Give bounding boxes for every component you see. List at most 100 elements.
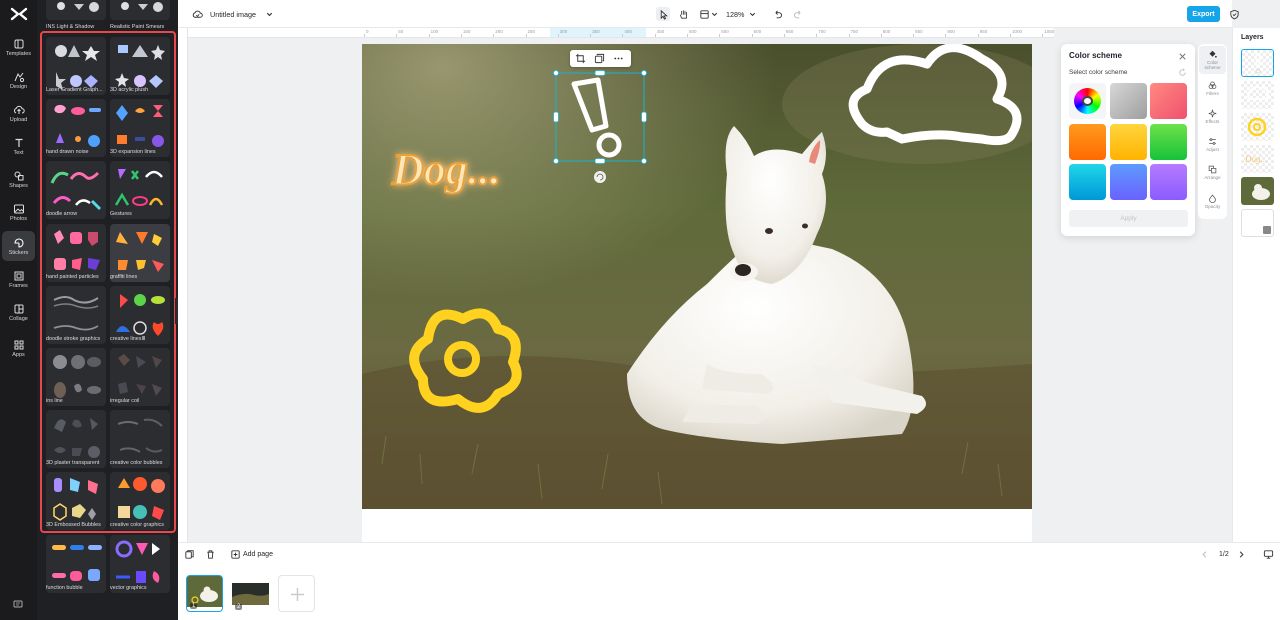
layer-cloud[interactable] xyxy=(1241,81,1274,109)
color-swatch-yellow[interactable] xyxy=(1110,124,1147,160)
ruler-label: 750 xyxy=(850,29,859,34)
more-options-icon[interactable] xyxy=(612,52,625,65)
layer-text[interactable]: Dog... xyxy=(1241,145,1274,173)
tab-color-scheme[interactable]: Color scheme xyxy=(1199,46,1226,74)
ruler-label: 250 xyxy=(527,29,536,34)
ruler-label: 550 xyxy=(721,29,729,34)
nav-item-apps[interactable]: Apps xyxy=(2,333,35,363)
top-bar: Untitled image 128% xyxy=(178,0,1239,28)
nav-item-photos[interactable]: Photos xyxy=(2,197,35,227)
redo-icon[interactable] xyxy=(790,7,804,21)
layer-background[interactable] xyxy=(1241,209,1274,237)
ruler-label: 450 xyxy=(656,29,665,34)
apply-button[interactable]: Apply xyxy=(1069,210,1188,227)
tab-adjust[interactable]: Adjust xyxy=(1199,131,1226,159)
color-swatch-gray[interactable] xyxy=(1110,83,1147,119)
layer-photo[interactable] xyxy=(1241,177,1274,205)
color-swatch-blue[interactable] xyxy=(1110,164,1147,200)
nav-item-design[interactable]: Design xyxy=(2,65,35,95)
present-icon[interactable] xyxy=(1262,548,1274,560)
page-margin xyxy=(362,509,1032,542)
cloud-save-icon[interactable] xyxy=(190,7,204,21)
nav-item-collage[interactable]: Collage xyxy=(2,297,35,327)
panel-subtitle: Select color scheme xyxy=(1069,69,1128,76)
nav-item-shapes[interactable]: Shapes xyxy=(2,164,35,194)
color-swatch-violet[interactable] xyxy=(1150,164,1187,200)
nav-item-templates[interactable]: Templates xyxy=(2,32,35,62)
stickers-icon xyxy=(13,237,24,248)
color-swatch-green[interactable] xyxy=(1150,124,1187,160)
prev-page-icon[interactable] xyxy=(1198,548,1210,560)
close-icon[interactable] xyxy=(1176,50,1188,62)
nav-item-frames[interactable]: Frames xyxy=(2,264,35,294)
color-swatch-color-wheel[interactable] xyxy=(1069,83,1106,119)
opacity-icon xyxy=(1209,194,1216,203)
nav-item-upload[interactable]: Upload xyxy=(2,98,35,128)
add-page-button[interactable]: Add page xyxy=(243,551,273,558)
ruler-label: 950 xyxy=(979,29,988,34)
color-swatch-coral[interactable] xyxy=(1150,83,1187,119)
chevron-down-icon[interactable] xyxy=(707,7,721,21)
tab-effects[interactable]: Effects xyxy=(1199,102,1226,130)
next-page-icon[interactable] xyxy=(1235,548,1247,560)
dog-text-sticker[interactable]: Dog... xyxy=(390,144,502,195)
chevron-down-icon[interactable] xyxy=(745,7,759,21)
undo-icon[interactable] xyxy=(771,7,785,21)
layers-title: Layers xyxy=(1241,34,1264,41)
settings-icon[interactable] xyxy=(13,596,23,608)
sticker-tile[interactable] xyxy=(110,0,170,20)
tab-arrange[interactable]: Arrange xyxy=(1199,159,1226,187)
sticker-category-label[interactable]: function bubble xyxy=(46,585,110,591)
nav-item-label: Shapes xyxy=(9,182,28,189)
duplicate-icon[interactable] xyxy=(593,52,606,65)
photos-icon xyxy=(13,204,24,213)
property-tabs: Color scheme Filters Effects Adjust Arrange O… xyxy=(1198,44,1227,219)
reset-icon[interactable] xyxy=(1177,67,1188,78)
add-page-thumbnail[interactable] xyxy=(278,575,315,612)
floating-toolbar xyxy=(570,50,631,67)
tab-filters[interactable]: Filters xyxy=(1199,74,1226,102)
ruler-label: 0 xyxy=(366,29,369,34)
hand-pan-icon[interactable] xyxy=(676,7,690,21)
tab-label: Arrange xyxy=(1204,175,1221,181)
sticker-category-label[interactable]: Realistic Paint Smears xyxy=(110,24,174,30)
upload-icon xyxy=(13,105,25,114)
nav-item-label: Stickers xyxy=(8,249,29,256)
design-page[interactable]: Dog... xyxy=(362,44,1032,509)
select-pointer-icon[interactable] xyxy=(656,7,670,21)
color-swatch-orange[interactable] xyxy=(1069,124,1106,160)
horizontal-ruler: 0 50 100 150 200 250 300 350 400 450 500 550 600 650 7… xyxy=(188,28,1054,38)
app-logo[interactable] xyxy=(9,6,29,22)
ruler-label: 300 xyxy=(559,29,568,34)
crop-icon[interactable] xyxy=(574,52,587,65)
trash-icon[interactable] xyxy=(204,548,216,560)
nav-item-text[interactable]: Text xyxy=(2,131,35,161)
document-title[interactable]: Untitled image xyxy=(210,10,256,19)
tab-opacity[interactable]: Opacity xyxy=(1199,187,1226,215)
rotate-handle-icon[interactable] xyxy=(594,171,606,183)
ruler-label: 100 xyxy=(430,29,439,34)
layer-exclamation[interactable] xyxy=(1241,49,1274,77)
add-page-icon[interactable] xyxy=(229,548,241,560)
sticker-category-label[interactable]: INS Light & Shadow xyxy=(46,24,110,30)
copy-page-icon[interactable] xyxy=(183,548,195,560)
shapes-icon xyxy=(14,171,23,180)
color-swatch-cyan[interactable] xyxy=(1069,164,1106,200)
sticker-category-label[interactable]: vector graphics xyxy=(110,585,174,591)
page-number: 1 xyxy=(190,603,198,609)
page-number: 2 xyxy=(235,604,243,610)
collage-icon xyxy=(14,304,23,313)
ruler-label: 400 xyxy=(624,29,632,34)
nav-item-stickers[interactable]: Stickers xyxy=(2,231,35,261)
zoom-level[interactable]: 128% xyxy=(726,10,744,19)
chevron-down-icon[interactable] xyxy=(262,7,276,21)
page-thumbnail-1[interactable]: 1 xyxy=(186,575,223,612)
panel-title: Color scheme xyxy=(1069,51,1122,60)
paint-bucket-icon xyxy=(1209,50,1217,58)
export-button[interactable]: Export xyxy=(1187,6,1220,22)
sticker-tile[interactable] xyxy=(46,0,106,20)
layer-flower[interactable] xyxy=(1241,113,1274,141)
page-thumbnail-2[interactable]: 2 xyxy=(232,575,269,612)
shield-icon[interactable] xyxy=(1227,7,1241,21)
dog-photo[interactable]: Dog... xyxy=(362,44,1032,509)
